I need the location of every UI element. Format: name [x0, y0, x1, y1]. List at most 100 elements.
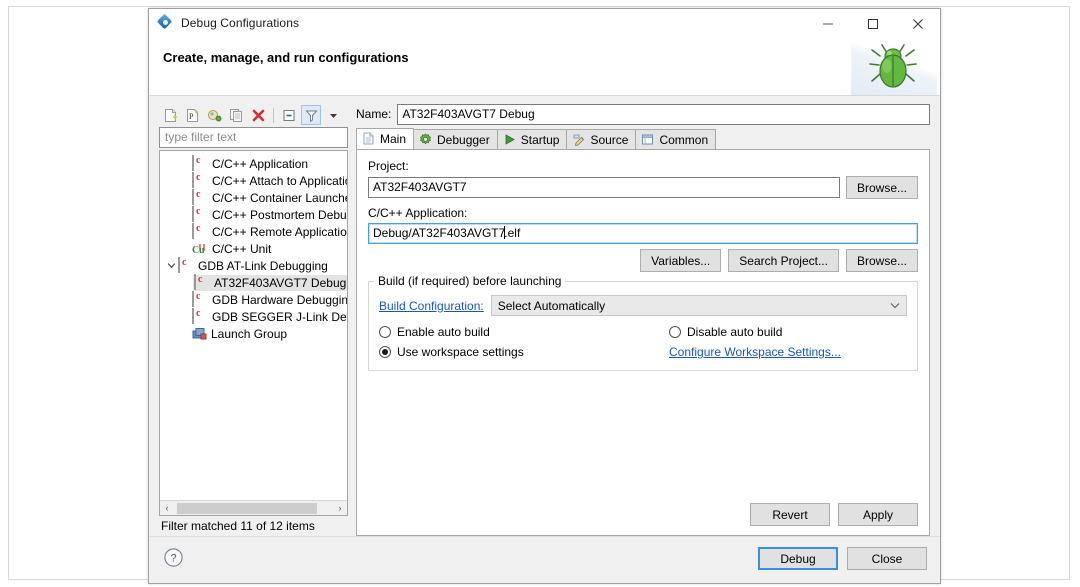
main-tab-page: Project: AT32F403AVGT7 Browse... C/C++ A… — [356, 150, 930, 536]
tree-item-at32f403avgt7-debug[interactable]: AT32F403AVGT7 Debug — [160, 274, 347, 291]
search-project-button[interactable]: Search Project... — [728, 249, 839, 272]
header-band: Create, manage, and run configurations — [149, 38, 940, 96]
chevron-down-icon[interactable] — [164, 258, 178, 274]
tab-startup[interactable]: Startup — [497, 129, 568, 149]
c-config-icon — [192, 207, 208, 222]
configuration-editor-panel: Name: AT32F403AVGT7 Debug Main Debugger — [356, 103, 930, 536]
name-input[interactable]: AT32F403AVGT7 Debug — [397, 104, 930, 125]
application-input[interactable]: Debug/AT32F403AVGT7.elf — [368, 223, 918, 244]
tree-item-label: C/C++ Attach to Application — [212, 174, 347, 188]
tree-item-c-application[interactable]: C/C++ Application — [160, 155, 347, 172]
tree-item-c-remote-application[interactable]: C/C++ Remote Application — [160, 223, 347, 240]
project-browse-button[interactable]: Browse... — [846, 176, 918, 199]
dialog-footer: ? Debug Close — [149, 536, 940, 582]
delete-icon[interactable] — [248, 105, 268, 125]
footer-buttons: Debug Close — [758, 547, 927, 570]
configurations-tree[interactable]: C/C++ Application C/C++ Attach to Applic… — [159, 150, 348, 516]
tab-debugger[interactable]: Debugger — [413, 129, 498, 149]
window-icon — [641, 133, 655, 147]
collapse-all-icon[interactable] — [279, 105, 299, 125]
scroll-right-icon[interactable]: › — [333, 501, 347, 515]
c-config-icon — [192, 224, 208, 239]
tab-label: Source — [590, 133, 628, 147]
help-button[interactable]: ? — [163, 547, 184, 568]
gear-icon — [419, 133, 433, 147]
tab-common[interactable]: Common — [635, 129, 716, 149]
disable-auto-build-radio[interactable]: Disable auto build — [669, 325, 907, 339]
scroll-thumb[interactable] — [177, 503, 317, 514]
configurations-tree-panel: P — [159, 103, 348, 536]
apply-button[interactable]: Apply — [838, 503, 918, 526]
application-label: C/C++ Application: — [368, 206, 918, 220]
build-before-launch-group: Build (if required) before launching Bui… — [368, 281, 918, 371]
tab-source[interactable]: Source — [566, 129, 636, 149]
tree-toolbar: P — [159, 103, 348, 127]
new-prototype-icon[interactable]: P — [182, 105, 202, 125]
tree-item-label: GDB SEGGER J-Link Debuggin — [212, 310, 347, 324]
scroll-track[interactable] — [174, 502, 333, 515]
tree-item-gdb-hardware-debugging[interactable]: GDB Hardware Debugging — [160, 291, 347, 308]
c-config-icon — [192, 292, 208, 307]
tree-item-gdb-segger-jlink-debugging[interactable]: GDB SEGGER J-Link Debuggin — [160, 308, 347, 325]
screenshot-frame: Debug Configurations Create, manage, and… — [8, 6, 1070, 580]
tree-item-launch-group[interactable]: Launch Group — [160, 325, 347, 342]
tree-items: C/C++ Application C/C++ Attach to Applic… — [160, 151, 347, 500]
project-row: AT32F403AVGT7 Browse... — [368, 176, 918, 199]
export-icon[interactable] — [204, 105, 224, 125]
duplicate-icon[interactable] — [226, 105, 246, 125]
toolbar-separator — [273, 108, 274, 123]
tree-item-c-unit[interactable]: Cu C/C++ Unit — [160, 240, 347, 257]
scroll-left-icon[interactable]: ‹ — [160, 501, 174, 515]
build-group-title: Build (if required) before launching — [374, 274, 565, 288]
configure-workspace-settings-link[interactable]: Configure Workspace Settings... — [669, 345, 841, 359]
debug-config-icon — [158, 15, 174, 31]
close-icon[interactable] — [895, 9, 940, 38]
variables-button[interactable]: Variables... — [640, 249, 721, 272]
project-input[interactable]: AT32F403AVGT7 — [368, 177, 840, 198]
build-configuration-link[interactable]: Build Configuration: — [379, 299, 484, 313]
tab-main[interactable]: Main — [356, 128, 414, 149]
tree-horizontal-scrollbar[interactable]: ‹ › — [160, 500, 347, 515]
play-icon — [503, 133, 517, 147]
maximize-icon[interactable] — [850, 9, 895, 38]
document-icon — [362, 132, 376, 146]
tree-item-label: GDB AT-Link Debugging — [198, 259, 328, 273]
tree-item-label: AT32F403AVGT7 Debug — [214, 276, 346, 290]
tree-item-c-attach-to-application[interactable]: C/C++ Attach to Application — [160, 172, 347, 189]
tree-item-label: C/C++ Container Launcher — [212, 191, 347, 205]
radio-label: Use workspace settings — [397, 345, 524, 359]
enable-auto-build-radio[interactable]: Enable auto build — [379, 325, 669, 339]
view-menu-icon[interactable] — [323, 105, 343, 125]
new-configuration-icon[interactable] — [160, 105, 180, 125]
green-bug-icon — [867, 43, 919, 91]
filter-input[interactable]: type filter text — [159, 127, 348, 148]
tree-item-label: C/C++ Unit — [212, 242, 271, 256]
build-configuration-row: Build Configuration: Select Automaticall… — [379, 295, 907, 316]
revert-button[interactable]: Revert — [750, 503, 830, 526]
pencil-icon — [572, 133, 586, 147]
c-config-icon — [178, 258, 194, 273]
tree-item-c-container-launcher[interactable]: C/C++ Container Launcher — [160, 189, 347, 206]
close-button[interactable]: Close — [847, 547, 927, 570]
use-workspace-settings-radio[interactable]: Use workspace settings — [379, 345, 669, 359]
launch-group-icon — [192, 327, 207, 341]
filter-icon[interactable] — [301, 105, 321, 125]
tree-item-label: C/C++ Application — [212, 157, 308, 171]
header-illustration — [851, 38, 937, 95]
svg-text:P: P — [189, 112, 194, 121]
minimize-icon[interactable] — [805, 9, 850, 38]
project-label: Project: — [368, 159, 918, 173]
filter-status-text: Filter matched 11 of 12 items — [159, 516, 348, 536]
application-browse-button[interactable]: Browse... — [846, 249, 918, 272]
c-config-icon — [192, 173, 208, 188]
debug-button[interactable]: Debug — [758, 547, 838, 570]
revert-apply-row: Revert Apply — [750, 503, 918, 526]
radio-indicator — [379, 326, 391, 338]
build-configuration-select[interactable]: Select Automatically — [491, 295, 907, 316]
tree-item-c-postmortem-debugger[interactable]: C/C++ Postmortem Debugge — [160, 206, 347, 223]
radio-indicator — [379, 346, 391, 358]
tab-label: Startup — [521, 133, 560, 147]
tree-item-gdb-at-link-debugging[interactable]: GDB AT-Link Debugging — [160, 257, 347, 274]
radio-label: Enable auto build — [397, 325, 490, 339]
chevron-down-icon — [890, 301, 900, 311]
